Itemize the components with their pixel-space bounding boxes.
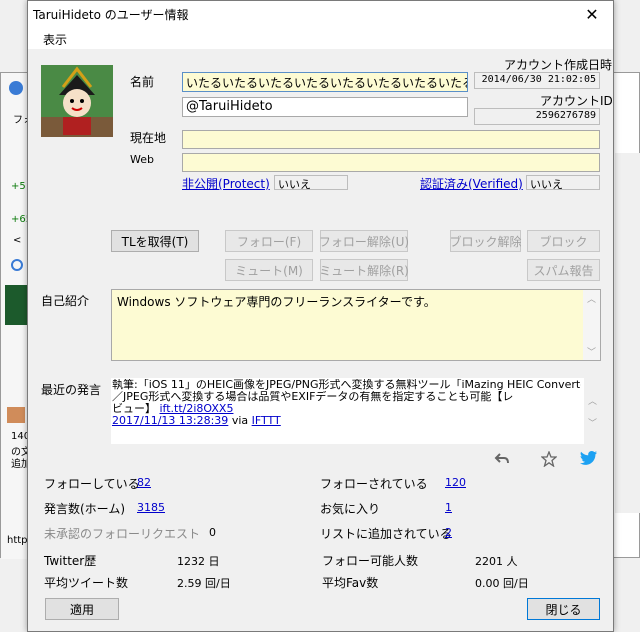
bio-text: Windows ソフトウェア専門のフリーランスライターです。 (117, 295, 436, 309)
bg-avatar (7, 407, 25, 423)
bio-area[interactable]: Windows ソフトウェア専門のフリーランスライターです。 ︿ ﹀ (111, 289, 601, 361)
bg-left-arrow[interactable]: < (13, 235, 21, 246)
close-button[interactable]: 閉じる (527, 598, 600, 620)
created-label: アカウント作成日時 (504, 58, 613, 72)
bg-banner-image (5, 285, 29, 325)
bio-label: 自己紹介 (41, 294, 90, 308)
followers-count[interactable]: 120 (445, 476, 466, 489)
recent-scrollbar[interactable]: ︿ ﹀ (584, 378, 601, 444)
avg-fav-label: 平均Fav数 (322, 576, 379, 590)
recent-timestamp-link[interactable]: 2017/11/13 13:28:39 (112, 414, 228, 427)
unblock-button[interactable]: ブロック解除 (450, 230, 522, 252)
avatar (41, 65, 113, 137)
name-label: 名前 (130, 75, 155, 89)
followers-label: フォローされている (320, 477, 428, 491)
location-field[interactable] (182, 130, 600, 149)
bg-search-icon (11, 259, 23, 271)
follow-button[interactable]: フォロー(F) (225, 230, 313, 252)
followable-label: フォロー可能人数 (322, 554, 419, 568)
menu-view[interactable]: 表示 (43, 31, 67, 48)
apply-button[interactable]: 適用 (45, 598, 119, 620)
bg-plus5: +5 (11, 181, 26, 192)
favorites-label: お気に入り (320, 502, 381, 516)
unfollow-button[interactable]: フォロー解除(U) (319, 230, 409, 252)
listed-label: リストに追加されている (320, 527, 452, 541)
created-value: 2014/06/30 21:02:05 (474, 72, 600, 89)
dialog-title: TaruiHideto のユーザー情報 (33, 8, 189, 22)
following-label: フォローしている (44, 477, 140, 491)
block-button[interactable]: ブロック (527, 230, 600, 252)
name-field[interactable]: いたるいたるいたるいたるいたるいたるいたるいたるいたるいたる (182, 72, 468, 92)
twitter-history-value: 1232 日 (177, 555, 220, 568)
verified-value: いいえ (526, 175, 600, 191)
recent-area: 執筆:「iOS 11」のHEIC画像をJPEG/PNG形式へ変換する無料ツール「… (111, 378, 601, 444)
recent-label: 最近の発言 (41, 383, 102, 397)
bg-status-fragment: http (7, 535, 28, 546)
globe-icon (9, 81, 23, 95)
unmute-button[interactable]: ミュート解除(R) (319, 259, 409, 281)
report-spam-button[interactable]: スパム報告 (527, 259, 600, 281)
twitter-bird-icon[interactable] (580, 450, 598, 466)
avg-tweets-label: 平均ツイート数 (44, 576, 129, 590)
account-id-label: アカウントID (540, 94, 613, 108)
screen-name-field[interactable]: @TaruiHideto (182, 97, 468, 117)
title-bar: TaruiHideto のユーザー情報 ✕ (28, 1, 613, 27)
user-info-dialog: TaruiHideto のユーザー情報 ✕ 表示 名前 いたるいたるいたるいたる… (27, 0, 614, 632)
favorites-count[interactable]: 1 (445, 501, 452, 514)
followable-value: 2201 人 (475, 555, 518, 568)
web-label: Web (130, 153, 154, 166)
avg-tweets-value: 2.59 回/日 (177, 577, 231, 590)
listed-count[interactable]: 2 (445, 526, 452, 539)
web-field[interactable] (182, 153, 600, 172)
account-id-value: 2596276789 (474, 108, 600, 125)
tweets-count[interactable]: 3185 (137, 501, 165, 514)
avg-fav-value: 0.00 回/日 (475, 577, 529, 590)
close-icon[interactable]: ✕ (571, 1, 613, 27)
pending-requests-label: 未承認のフォローリクエスト (44, 527, 201, 541)
tweets-label: 発言数(ホーム) (44, 502, 126, 516)
bio-scrollbar[interactable]: ︿ ﹀ (583, 290, 600, 360)
following-count[interactable]: 82 (137, 476, 151, 489)
reply-icon[interactable] (494, 451, 510, 467)
twitter-history-label: Twitter歴 (44, 554, 97, 568)
recent-line1: 執筆:「iOS 11」のHEIC画像をJPEG/PNG形式へ変換する無料ツール「… (112, 379, 581, 391)
recent-source-link[interactable]: IFTTT (252, 414, 281, 427)
protect-link[interactable]: 非公開(Protect) (182, 175, 270, 192)
favorite-star-icon[interactable] (540, 450, 558, 468)
pending-requests-count: 0 (209, 526, 216, 539)
protect-value: いいえ (274, 175, 348, 191)
bg-scrollbar[interactable] (615, 153, 640, 513)
get-tl-button[interactable]: TLを取得(T) (111, 230, 199, 252)
recent-via: via (231, 414, 249, 427)
mute-button[interactable]: ミュート(M) (225, 259, 313, 281)
menu-bar: 表示 (28, 27, 613, 49)
location-label: 現在地 (130, 131, 167, 145)
verified-link[interactable]: 認証済み(Verified) (420, 175, 523, 192)
